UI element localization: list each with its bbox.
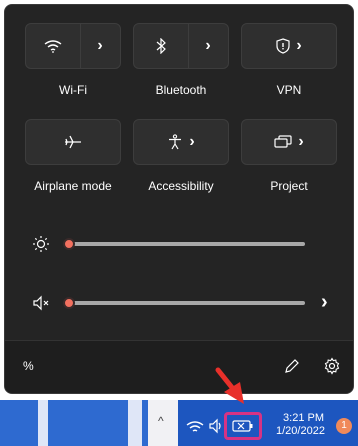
chevron-right-icon: ›: [298, 133, 304, 150]
brightness-icon: [33, 236, 49, 252]
vpn-tile[interactable]: ›: [241, 23, 337, 69]
tray-volume-icon[interactable]: [208, 418, 224, 434]
battery-percent-text: %: [23, 359, 34, 373]
volume-slider-thumb[interactable]: [63, 297, 75, 309]
vpn-label: VPN: [276, 83, 302, 97]
show-hidden-icons-chevron[interactable]: ^: [158, 414, 164, 428]
airplane-mode-toggle[interactable]: [26, 120, 120, 164]
brightness-slider-row: [5, 234, 353, 254]
bluetooth-expand-button[interactable]: ›: [188, 24, 228, 68]
accessibility-icon: [169, 134, 182, 150]
project-tile[interactable]: ›: [241, 119, 337, 165]
clock-date: 1/20/2022: [276, 425, 325, 437]
wifi-icon: [44, 40, 62, 53]
project-toggle[interactable]: ›: [242, 120, 336, 164]
background-stripe: [38, 400, 48, 446]
bluetooth-toggle[interactable]: [134, 24, 189, 68]
taskbar-clock[interactable]: 3:21 PM 1/20/2022: [276, 412, 325, 438]
accessibility-tile[interactable]: ›: [133, 119, 229, 165]
project-label: Project: [270, 179, 308, 193]
chevron-right-icon: ›: [205, 37, 211, 54]
gear-icon[interactable]: [323, 357, 341, 375]
volume-mute-icon[interactable]: [31, 293, 51, 313]
brightness-slider[interactable]: [63, 238, 305, 250]
shield-icon: [276, 38, 290, 54]
vpn-toggle[interactable]: ›: [242, 24, 336, 68]
pencil-icon[interactable]: [283, 357, 301, 375]
airplane-mode-tile[interactable]: [25, 119, 121, 165]
taskbar-background-left: [0, 400, 148, 446]
audio-output-chevron-icon[interactable]: ›: [321, 291, 328, 314]
quick-settings-panel: › Wi-Fi › Bluetooth › VPN Airplane mode …: [4, 4, 354, 394]
wifi-expand-button[interactable]: ›: [80, 24, 120, 68]
chevron-right-icon: ›: [296, 37, 302, 54]
battery-highlight-box: [224, 412, 262, 440]
volume-slider-row: ›: [5, 291, 353, 314]
tray-wifi-icon[interactable]: [186, 420, 204, 434]
project-icon: [274, 135, 292, 148]
airplane-icon: [65, 135, 81, 149]
bluetooth-tile[interactable]: ›: [133, 23, 229, 69]
clock-time: 3:21 PM: [283, 412, 324, 424]
volume-slider[interactable]: [63, 297, 305, 309]
bluetooth-icon: [156, 38, 166, 54]
accessibility-toggle[interactable]: ›: [134, 120, 228, 164]
brightness-slider-thumb[interactable]: [63, 238, 75, 250]
wifi-tile[interactable]: ›: [25, 23, 121, 69]
notification-badge[interactable]: 1: [336, 418, 352, 434]
red-arrow-annotation: [215, 367, 244, 404]
wifi-toggle[interactable]: [26, 24, 81, 68]
chevron-right-icon: ›: [97, 37, 103, 54]
background-stripe: [128, 400, 142, 446]
system-tray: [178, 400, 358, 446]
quick-settings-footer: %: [5, 340, 353, 393]
chevron-right-icon: ›: [189, 133, 195, 150]
